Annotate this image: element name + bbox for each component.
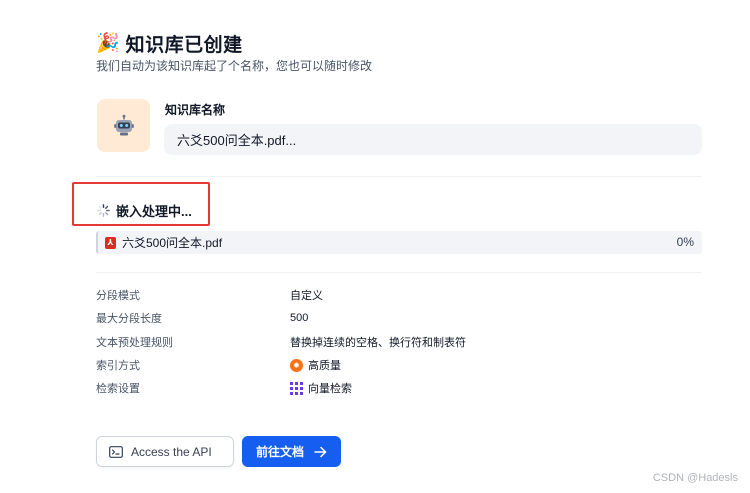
go-to-documents-button[interactable]: 前往文档 (242, 436, 341, 467)
setting-value: 替换掉连续的空格、换行符和制表符 (290, 334, 466, 350)
high-quality-icon: ✹ (290, 358, 303, 372)
party-popper-icon: 🎉 (96, 32, 120, 54)
file-name: 六爻500问全本.pdf (122, 236, 223, 250)
access-api-button[interactable]: Access the API (96, 436, 234, 467)
setting-row-segment-mode: 分段模式 自定义 (96, 287, 323, 303)
setting-value-text: 替换掉连续的空格、换行符和制表符 (290, 337, 466, 349)
page-title: 知识库已创建 (125, 35, 243, 56)
setting-label: 最大分段长度 (96, 313, 162, 325)
setting-row-preprocess-rules: 文本预处理规则 替换掉连续的空格、换行符和制表符 (96, 334, 466, 350)
loading-spinner-icon (97, 204, 110, 217)
pdf-file-icon: ⅄ (105, 236, 116, 249)
access-api-label: Access the API (131, 444, 212, 459)
arrow-right-icon (314, 446, 327, 457)
setting-label: 索引方式 (96, 360, 140, 372)
setting-row-max-segment-length: 最大分段长度 500 (96, 310, 308, 326)
robot-icon (113, 114, 134, 135)
setting-value: 自定义 (290, 287, 323, 303)
watermark: CSDN @Hadesls (652, 472, 738, 484)
knowledge-base-name-input[interactable]: 六爻500问全本.pdf... (164, 124, 702, 155)
embedding-status: 嵌入处理中... (97, 201, 192, 220)
terminal-icon (109, 445, 123, 458)
page-subtitle: 我们自动为该知识库起了个名称，您也可以随时修改 (96, 59, 373, 73)
page-header: 🎉 知识库已创建 (96, 30, 243, 57)
setting-row-index-mode: 索引方式 ✹ 高质量 (96, 357, 341, 373)
setting-row-retrieval: 检索设置 向量检索 (96, 380, 352, 396)
setting-value: 500 (290, 312, 308, 324)
divider (96, 176, 702, 177)
setting-label: 分段模式 (96, 290, 140, 302)
setting-value: ✹ 高质量 (290, 357, 341, 373)
setting-label: 文本预处理规则 (96, 337, 173, 349)
vector-search-icon (290, 381, 303, 395)
setting-value-text: 500 (290, 312, 309, 324)
setting-value: 向量检索 (290, 380, 352, 396)
knowledge-base-name-label: 知识库名称 (165, 103, 226, 117)
file-progress-row: ⅄ 六爻500问全本.pdf 0% (96, 231, 702, 254)
knowledge-base-avatar[interactable] (97, 99, 150, 152)
divider (96, 272, 702, 273)
setting-label: 检索设置 (96, 383, 140, 395)
setting-value-text: 向量检索 (308, 383, 352, 395)
go-to-documents-label: 前往文档 (255, 445, 304, 459)
setting-value-text: 自定义 (290, 290, 323, 302)
file-progress-percent: 0% (676, 235, 694, 249)
embedding-status-text: 嵌入处理中... (116, 204, 192, 219)
setting-value-text: 高质量 (308, 360, 341, 372)
